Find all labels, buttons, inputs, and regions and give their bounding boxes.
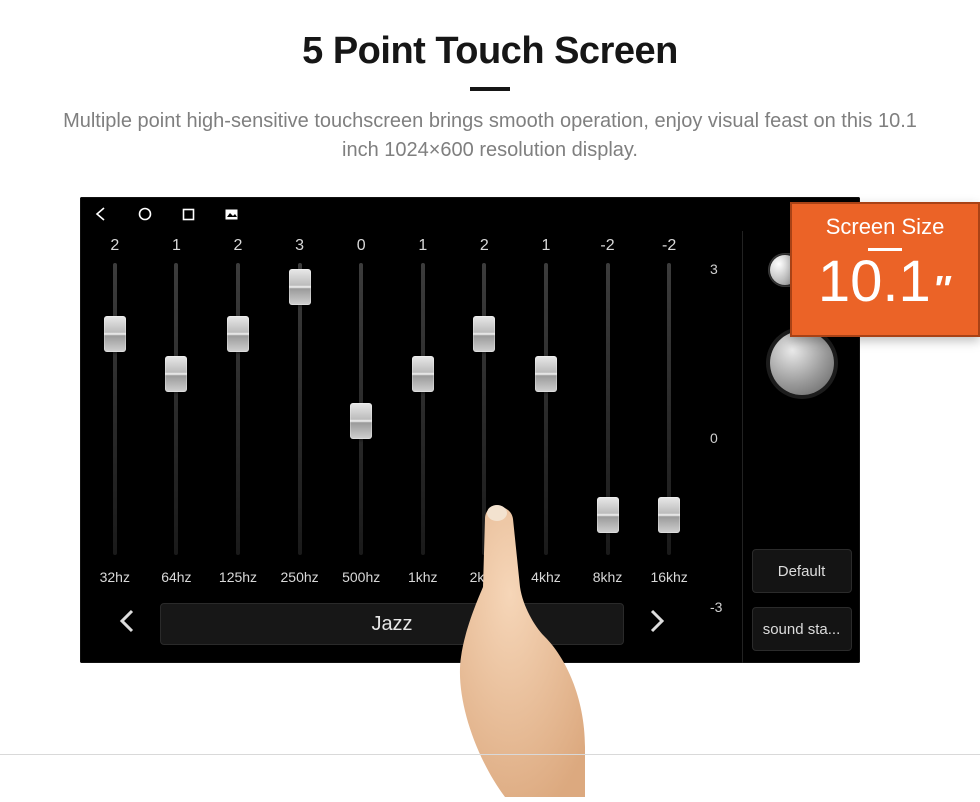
recents-icon[interactable] <box>182 208 195 221</box>
eq-band-freq: 500hz <box>342 569 380 591</box>
eq-slider-knob[interactable] <box>473 316 495 352</box>
eq-slider-knob[interactable] <box>535 356 557 392</box>
eq-slider[interactable] <box>667 263 671 555</box>
preset-display[interactable]: Jazz <box>160 603 624 645</box>
eq-slider[interactable] <box>482 263 486 555</box>
eq-band-value: 1 <box>172 237 181 257</box>
title-underline <box>470 87 510 91</box>
eq-slider[interactable] <box>359 263 363 555</box>
eq-band-value: 2 <box>110 237 119 257</box>
screen-size-badge: Screen Size 10.1″ <box>790 202 980 337</box>
eq-band: 2 2khz <box>458 237 510 591</box>
eq-band: 3 250hz <box>274 237 326 591</box>
eq-band-value: 3 <box>295 237 304 257</box>
eq-band-freq: 8khz <box>593 569 623 591</box>
eq-band-freq: 32hz <box>100 569 130 591</box>
eq-band-value: 1 <box>418 237 427 257</box>
eq-slider[interactable] <box>606 263 610 555</box>
preset-bar: Jazz <box>84 591 700 663</box>
eq-slider-knob[interactable] <box>227 316 249 352</box>
footer-divider <box>0 754 980 755</box>
eq-slider[interactable] <box>298 263 302 555</box>
scale-mid: 0 <box>710 430 742 446</box>
preset-prev-button[interactable] <box>114 608 140 641</box>
default-button[interactable]: Default <box>752 549 852 593</box>
eq-slider-knob[interactable] <box>165 356 187 392</box>
home-icon[interactable] <box>138 207 152 221</box>
eq-slider[interactable] <box>421 263 425 555</box>
eq-slider-knob[interactable] <box>289 269 311 305</box>
badge-unit: ″ <box>935 271 952 307</box>
badge-value: 10.1 <box>818 253 931 311</box>
image-icon[interactable] <box>225 209 238 220</box>
eq-band-value: 2 <box>480 237 489 257</box>
eq-band: 1 64hz <box>150 237 202 591</box>
eq-band: 2 125hz <box>212 237 264 591</box>
eq-band-value: 1 <box>542 237 551 257</box>
eq-band-freq: 16khz <box>650 569 687 591</box>
eq-band-freq: 1khz <box>408 569 438 591</box>
eq-band: 1 4khz <box>520 237 572 591</box>
scale-max: 3 <box>710 261 742 277</box>
balance-knob[interactable] <box>770 331 834 395</box>
eq-band-freq: 2khz <box>470 569 500 591</box>
eq-slider[interactable] <box>236 263 240 555</box>
device-area: 2 32hz 1 64hz 2 125hz 3 250hz 0 500hz 1 1khz 2 2khz 1 4… <box>80 197 900 663</box>
device-screen: 2 32hz 1 64hz 2 125hz 3 250hz 0 500hz 1 1khz 2 2khz 1 4… <box>80 197 860 663</box>
eq-band: -2 8khz <box>582 237 634 591</box>
scale-min: -3 <box>710 599 742 615</box>
eq-band-freq: 125hz <box>219 569 257 591</box>
equalizer-panel: 2 32hz 1 64hz 2 125hz 3 250hz 0 500hz 1 1khz 2 2khz 1 4… <box>80 231 704 663</box>
eq-band: 0 500hz <box>335 237 387 591</box>
eq-band: 1 1khz <box>397 237 449 591</box>
eq-slider-knob[interactable] <box>412 356 434 392</box>
page-subtitle: Multiple point high-sensitive touchscree… <box>50 107 930 165</box>
eq-slider-knob[interactable] <box>104 316 126 352</box>
sound-stage-button[interactable]: sound sta... <box>752 607 852 651</box>
eq-slider[interactable] <box>113 263 117 555</box>
android-statusbar <box>80 197 860 231</box>
eq-slider-knob[interactable] <box>597 497 619 533</box>
badge-label: Screen Size <box>800 214 970 240</box>
eq-band-freq: 64hz <box>161 569 191 591</box>
eq-slider-knob[interactable] <box>350 403 372 439</box>
eq-slider[interactable] <box>544 263 548 555</box>
eq-slider-knob[interactable] <box>658 497 680 533</box>
eq-band: 2 32hz <box>89 237 141 591</box>
eq-band-value: 2 <box>234 237 243 257</box>
eq-band-value: 0 <box>357 237 366 257</box>
eq-band-freq: 250hz <box>281 569 319 591</box>
preset-next-button[interactable] <box>644 608 670 641</box>
eq-band-freq: 4khz <box>531 569 561 591</box>
eq-band-value: -2 <box>662 237 676 257</box>
eq-band-value: -2 <box>600 237 614 257</box>
back-icon[interactable] <box>94 207 108 221</box>
page-title: 5 Point Touch Screen <box>0 30 980 73</box>
eq-slider[interactable] <box>174 263 178 555</box>
eq-scale: 3 0 -3 <box>704 231 742 663</box>
eq-band: -2 16khz <box>643 237 695 591</box>
